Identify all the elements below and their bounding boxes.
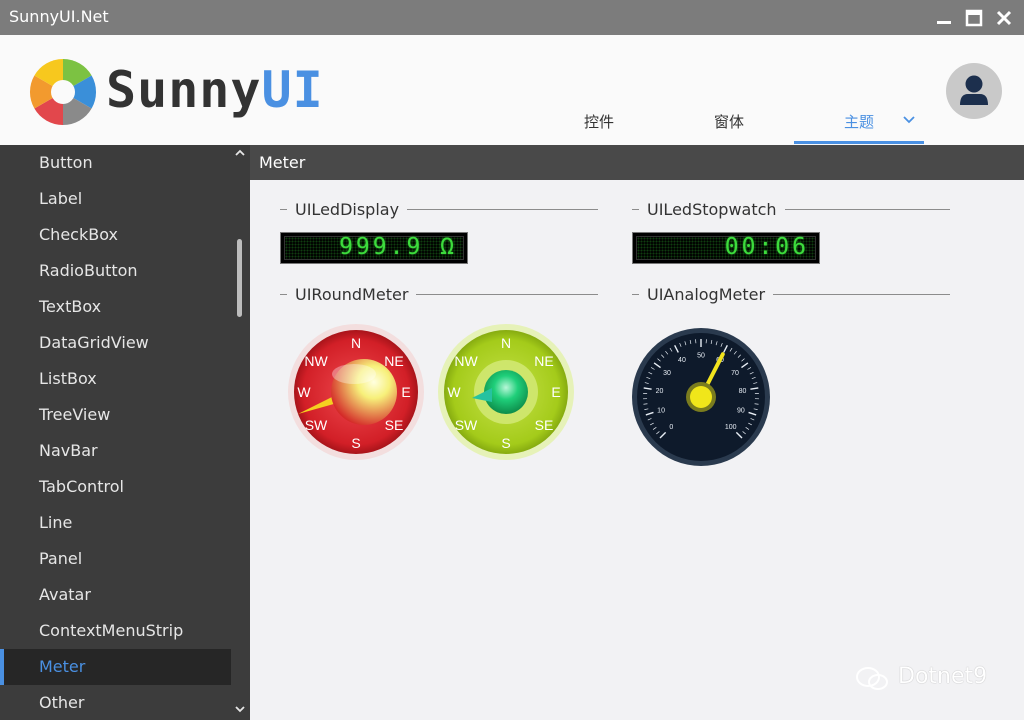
scroll-up-icon[interactable]: [235, 149, 245, 157]
dir-label-w: W: [297, 384, 311, 400]
led-stopwatch: 00:06: [632, 232, 820, 264]
logo-text: SunnyUI: [106, 61, 324, 119]
group-title-led-stopwatch: UILedStopwatch: [639, 200, 785, 219]
dir-label-ne: NE: [384, 353, 403, 369]
title-bar: SunnyUI.Net: [0, 0, 1024, 35]
group-title-led-display: UILedDisplay: [287, 200, 408, 219]
sidebar-item-label[interactable]: Label: [0, 181, 231, 217]
avatar[interactable]: [946, 63, 1002, 119]
sidebar-item-navbar[interactable]: NavBar: [0, 433, 231, 469]
dir-label-e: E: [551, 384, 560, 400]
round-meter-red: N NE E SE S SW W NW: [288, 324, 424, 460]
sidebar-item-line[interactable]: Line: [0, 505, 231, 541]
wechat-icon: [856, 667, 888, 690]
sidebar-item-textbox[interactable]: TextBox: [0, 289, 231, 325]
analog-meter: 0102030405060708090100: [632, 328, 770, 466]
analog-meter-tick-label: 0: [669, 424, 673, 431]
analog-meter-tick-label: 70: [731, 370, 739, 377]
analog-meter-tick-label: 30: [663, 370, 671, 377]
sidebar-item-treeview[interactable]: TreeView: [0, 397, 231, 433]
analog-meter-tick-label: 50: [697, 353, 705, 360]
dir-label-nw: NW: [304, 353, 328, 369]
dir-label-ne: NE: [534, 353, 553, 369]
logo-text-main: Sunny: [106, 61, 262, 119]
led-display-value: 999.9 Ω: [339, 234, 457, 260]
dir-label-s: S: [351, 435, 360, 451]
dir-label-n: N: [351, 335, 361, 351]
sidebar-item-button[interactable]: Button: [0, 145, 231, 181]
sidebar-nav: Button Label CheckBox RadioButton TextBo…: [0, 145, 250, 720]
sidebar-item-radiobutton[interactable]: RadioButton: [0, 253, 231, 289]
dir-label-n: N: [501, 335, 511, 351]
dir-label-nw: NW: [454, 353, 478, 369]
tab-controls[interactable]: 控件: [534, 111, 664, 132]
dir-label-w: W: [447, 384, 461, 400]
round-meter-red-highlight: [332, 364, 376, 384]
close-icon[interactable]: [994, 8, 1014, 28]
dir-label-e: E: [401, 384, 410, 400]
minimize-icon[interactable]: [934, 8, 954, 28]
sidebar-item-meter[interactable]: Meter: [0, 649, 231, 685]
active-tab-underline: [794, 141, 924, 144]
sidebar-item-listbox[interactable]: ListBox: [0, 361, 231, 397]
sidebar-item-contextmenustrip[interactable]: ContextMenuStrip: [0, 613, 231, 649]
analog-meter-tick-label: 80: [739, 388, 747, 395]
sidebar-item-datagridview[interactable]: DataGridView: [0, 325, 231, 361]
round-meter-green: N NE E SE S SW W NW: [438, 324, 574, 460]
dir-label-se: SE: [535, 417, 554, 433]
analog-meter-tick-label: 90: [737, 407, 745, 414]
sidebar-item-panel[interactable]: Panel: [0, 541, 231, 577]
led-stopwatch-value: 00:06: [724, 234, 809, 260]
watermark-text: Dotnet9: [898, 664, 988, 689]
led-display: 999.9 Ω: [280, 232, 468, 264]
sidebar-scrollbar-thumb[interactable]: [237, 239, 242, 317]
sunny-logo-icon: [29, 58, 97, 126]
dir-label-sw: SW: [455, 417, 478, 433]
chevron-down-icon[interactable]: [902, 115, 916, 125]
analog-meter-tick-label: 40: [678, 357, 686, 364]
analog-meter-tick: [643, 403, 648, 405]
panel-title: Meter: [250, 145, 1024, 180]
user-icon: [960, 75, 988, 105]
analog-meter-tick-label: 20: [656, 388, 664, 395]
sidebar-item-tabcontrol[interactable]: TabControl: [0, 469, 231, 505]
tab-forms[interactable]: 窗体: [664, 111, 794, 132]
dir-label-s: S: [501, 435, 510, 451]
group-title-round-meter: UIRoundMeter: [287, 285, 417, 304]
logo-text-accent: UI: [261, 61, 324, 119]
analog-meter-tick-label: 10: [657, 407, 665, 414]
sidebar-item-other[interactable]: Other: [0, 685, 231, 720]
dir-label-sw: SW: [305, 417, 328, 433]
group-title-analog-meter: UIAnalogMeter: [639, 285, 774, 304]
window-title: SunnyUI.Net: [9, 7, 109, 26]
sidebar-item-checkbox[interactable]: CheckBox: [0, 217, 231, 253]
analog-meter-hub: [690, 386, 712, 408]
header: SunnyUI 控件 窗体 主题: [0, 35, 1024, 145]
sidebar-item-avatar[interactable]: Avatar: [0, 577, 231, 613]
analog-meter-tick: [754, 403, 759, 405]
maximize-icon[interactable]: [964, 8, 984, 28]
analog-meter-tick-label: 100: [725, 424, 737, 431]
scroll-down-icon[interactable]: [235, 705, 245, 713]
dir-label-se: SE: [385, 417, 404, 433]
